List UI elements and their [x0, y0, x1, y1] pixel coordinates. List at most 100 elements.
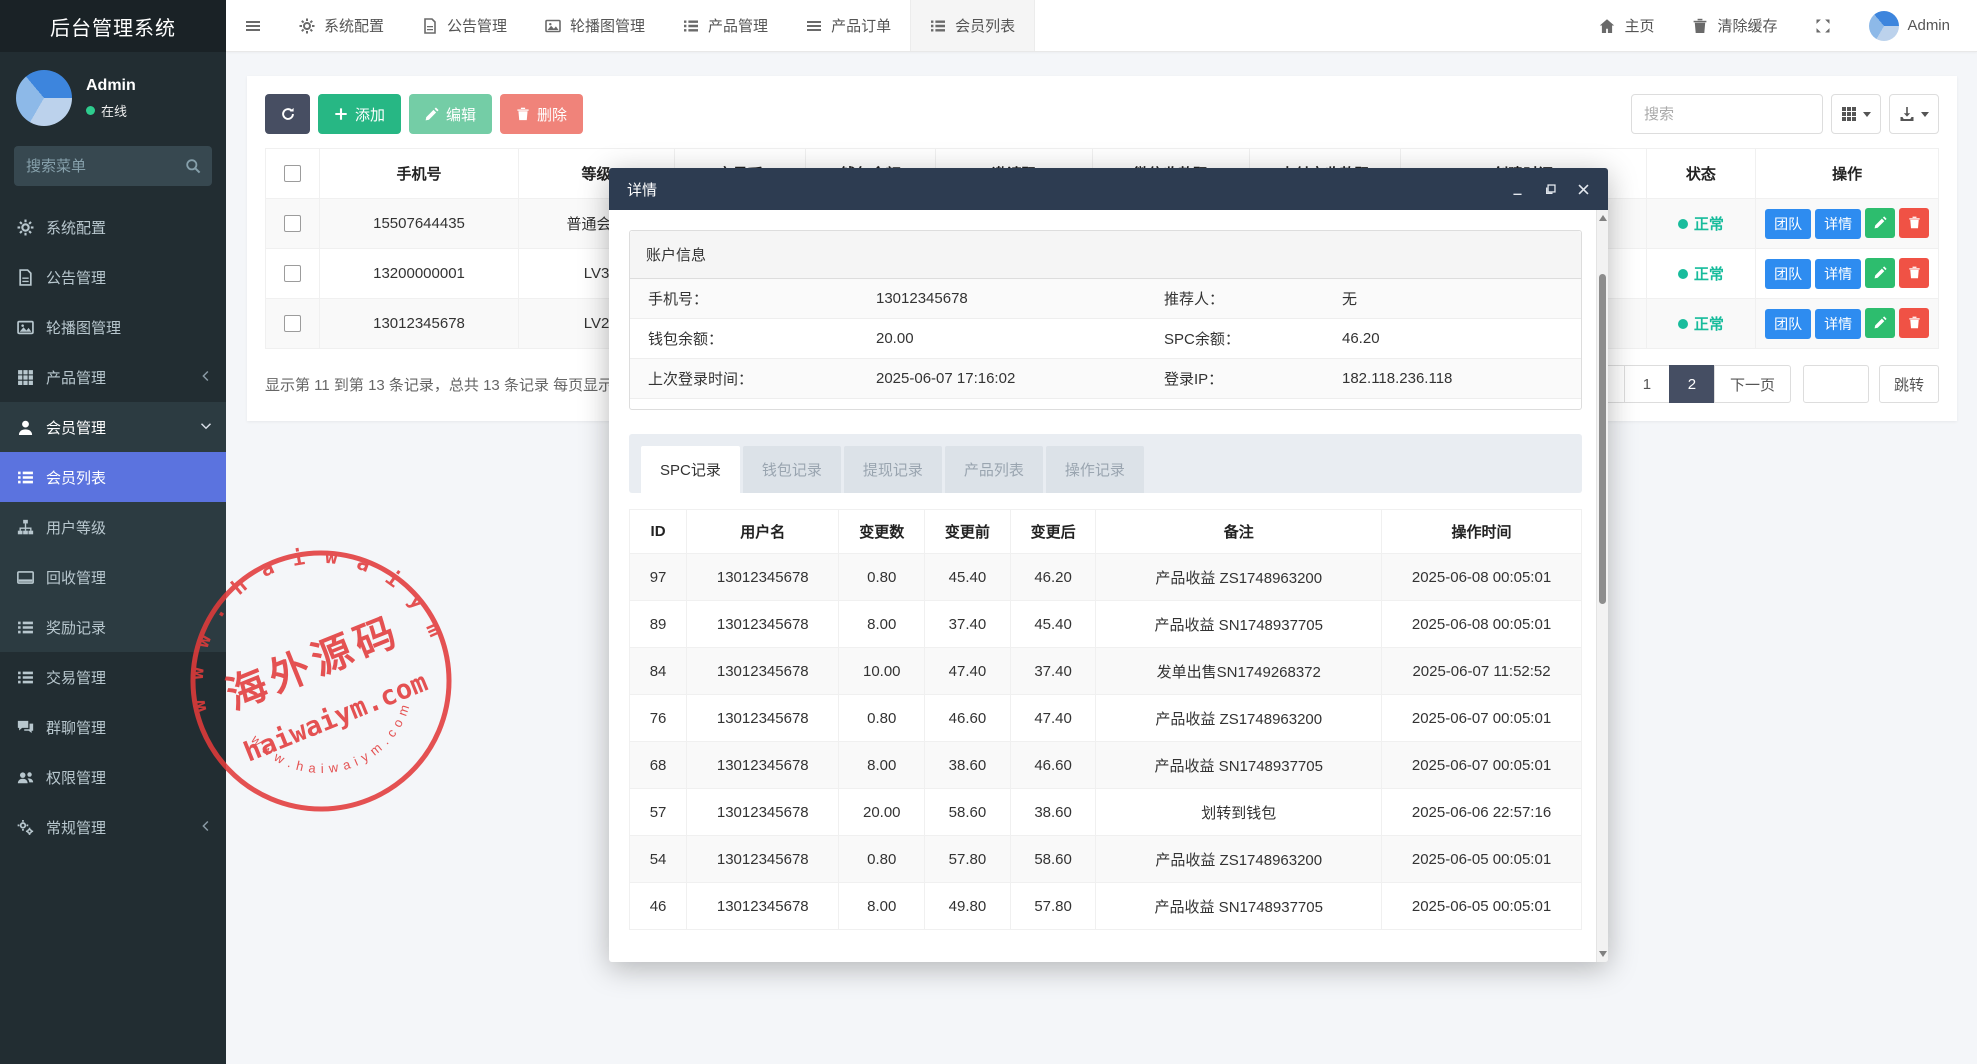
record-cell: 2025-06-08 00:05:01	[1382, 554, 1582, 601]
add-button[interactable]: 添加	[318, 94, 401, 134]
image-icon	[17, 319, 34, 336]
search-icon	[185, 158, 201, 174]
tab-钱包记录[interactable]: 钱包记录	[743, 446, 841, 493]
select-all-checkbox[interactable]	[284, 165, 301, 182]
maximize-icon[interactable]	[1544, 183, 1557, 196]
fullscreen-icon	[1815, 18, 1831, 34]
sidebar-search-input[interactable]	[14, 146, 212, 186]
add-label: 添加	[355, 104, 385, 125]
record-cell: 89	[630, 601, 687, 648]
sidebar-item-系统配置[interactable]: 系统配置	[0, 202, 226, 252]
detail-button[interactable]: 详情	[1815, 309, 1861, 339]
tab-操作记录[interactable]: 操作记录	[1046, 446, 1144, 493]
users-icon	[17, 769, 34, 786]
list-icon	[17, 619, 34, 636]
sidebar-item-常规管理[interactable]: 常规管理	[0, 802, 226, 852]
team-button[interactable]: 团队	[1765, 309, 1811, 339]
record-column-header-操作时间: 操作时间	[1382, 510, 1582, 554]
sidebar-toggle-button[interactable]	[226, 0, 280, 51]
row-delete-button[interactable]	[1899, 208, 1929, 238]
topbar-tab-公告管理[interactable]: 公告管理	[403, 0, 526, 51]
topbar-tab-系统配置[interactable]: 系统配置	[280, 0, 403, 51]
page-button-1[interactable]: 1	[1624, 365, 1670, 403]
row-checkbox[interactable]	[284, 315, 301, 332]
topbar-tab-会员列表[interactable]: 会员列表	[910, 0, 1035, 51]
record-cell: 2025-06-06 22:57:16	[1382, 789, 1582, 836]
user-menu[interactable]: Admin	[1850, 0, 1969, 51]
record-cell: 0.80	[839, 554, 925, 601]
topbar-tab-label: 产品管理	[708, 15, 768, 36]
stamp-domain-text: haiwaiym.com	[240, 667, 432, 769]
team-button[interactable]: 团队	[1765, 209, 1811, 239]
export-dropdown-button[interactable]	[1889, 94, 1939, 134]
sidebar-item-交易管理[interactable]: 交易管理	[0, 652, 226, 702]
record-cell: 13012345678	[687, 554, 839, 601]
sidebar-item-轮播图管理[interactable]: 轮播图管理	[0, 302, 226, 352]
chevron-down-icon	[200, 419, 212, 436]
row-checkbox[interactable]	[284, 265, 301, 282]
record-column-header-变更前: 变更前	[925, 510, 1011, 554]
home-link[interactable]: 主页	[1580, 0, 1673, 51]
row-edit-button[interactable]	[1865, 208, 1895, 238]
sidebar-item-label: 用户等级	[46, 517, 106, 538]
topbar-tab-label: 轮播图管理	[570, 15, 645, 36]
detail-button[interactable]: 详情	[1815, 259, 1861, 289]
jump-button[interactable]: 跳转	[1879, 365, 1939, 403]
sidebar-item-权限管理[interactable]: 权限管理	[0, 752, 226, 802]
record-cell: 46	[630, 883, 687, 930]
row-delete-button[interactable]	[1899, 308, 1929, 338]
page-button-2[interactable]: 2	[1669, 365, 1715, 403]
records-summary: 显示第 11 到第 13 条记录，总共 13 条记录 每页显示	[265, 374, 613, 395]
sidebar-item-产品管理[interactable]: 产品管理	[0, 352, 226, 402]
record-cell: 产品收益 ZS1748963200	[1096, 695, 1382, 742]
sidebar-item-公告管理[interactable]: 公告管理	[0, 252, 226, 302]
tab-提现记录[interactable]: 提现记录	[844, 446, 942, 493]
modal-header[interactable]: 详情	[609, 168, 1608, 210]
table-search-input[interactable]	[1631, 94, 1823, 134]
column-header-手机号: 手机号	[320, 149, 518, 199]
row-checkbox[interactable]	[284, 215, 301, 232]
fullscreen-button[interactable]	[1796, 0, 1850, 51]
scroll-up-arrow-icon[interactable]	[1599, 215, 1607, 221]
row-edit-button[interactable]	[1865, 308, 1895, 338]
detail-button[interactable]: 详情	[1815, 209, 1861, 239]
record-row: 571301234567820.0058.6038.60划转到钱包2025-06…	[630, 789, 1582, 836]
modal-scrollbar[interactable]	[1596, 210, 1608, 962]
sidebar-item-label: 回收管理	[46, 567, 106, 588]
jump-page-input[interactable]	[1803, 365, 1869, 403]
tab-SPC记录[interactable]: SPC记录	[641, 446, 740, 493]
topbar-tab-产品管理[interactable]: 产品管理	[664, 0, 787, 51]
column-header-状态: 状态	[1646, 149, 1756, 199]
row-checkbox-cell	[266, 199, 320, 249]
row-edit-button[interactable]	[1865, 258, 1895, 288]
record-cell: 产品收益 SN1748937705	[1096, 883, 1382, 930]
tab-产品列表[interactable]: 产品列表	[945, 446, 1043, 493]
topbar-tab-轮播图管理[interactable]: 轮播图管理	[526, 0, 664, 51]
close-icon[interactable]	[1577, 183, 1590, 196]
sidebar-item-奖励记录[interactable]: 奖励记录	[0, 602, 226, 652]
scroll-down-arrow-icon[interactable]	[1599, 951, 1607, 957]
grid-icon	[17, 369, 34, 386]
sidebar-item-群聊管理[interactable]: 群聊管理	[0, 702, 226, 752]
columns-dropdown-button[interactable]	[1831, 94, 1881, 134]
edit-label: 编辑	[446, 104, 476, 125]
minimize-icon[interactable]	[1511, 183, 1524, 196]
refresh-button[interactable]	[265, 94, 310, 134]
clear-cache-link[interactable]: 清除缓存	[1673, 0, 1796, 51]
row-delete-button[interactable]	[1899, 258, 1929, 288]
edit-button[interactable]: 编辑	[409, 94, 492, 134]
sidebar-item-会员管理[interactable]: 会员管理	[0, 402, 226, 452]
sidebar-item-用户等级[interactable]: 用户等级	[0, 502, 226, 552]
topbar-tab-产品订单[interactable]: 产品订单	[787, 0, 910, 51]
scrollbar-thumb[interactable]	[1599, 274, 1606, 604]
modal-body: 账户信息 手机号：13012345678推荐人：无钱包余额：20.00SPC余额…	[609, 210, 1596, 962]
columns-icon	[1841, 106, 1857, 122]
delete-button[interactable]: 删除	[500, 94, 583, 134]
trash-icon	[1692, 18, 1708, 34]
sidebar-item-会员列表[interactable]: 会员列表	[0, 452, 226, 502]
sidebar-item-回收管理[interactable]: 回收管理	[0, 552, 226, 602]
next-page-button[interactable]: 下一页	[1714, 365, 1791, 403]
field-label: SPC余额：	[1164, 328, 1342, 349]
team-button[interactable]: 团队	[1765, 259, 1811, 289]
record-cell: 0.80	[839, 695, 925, 742]
